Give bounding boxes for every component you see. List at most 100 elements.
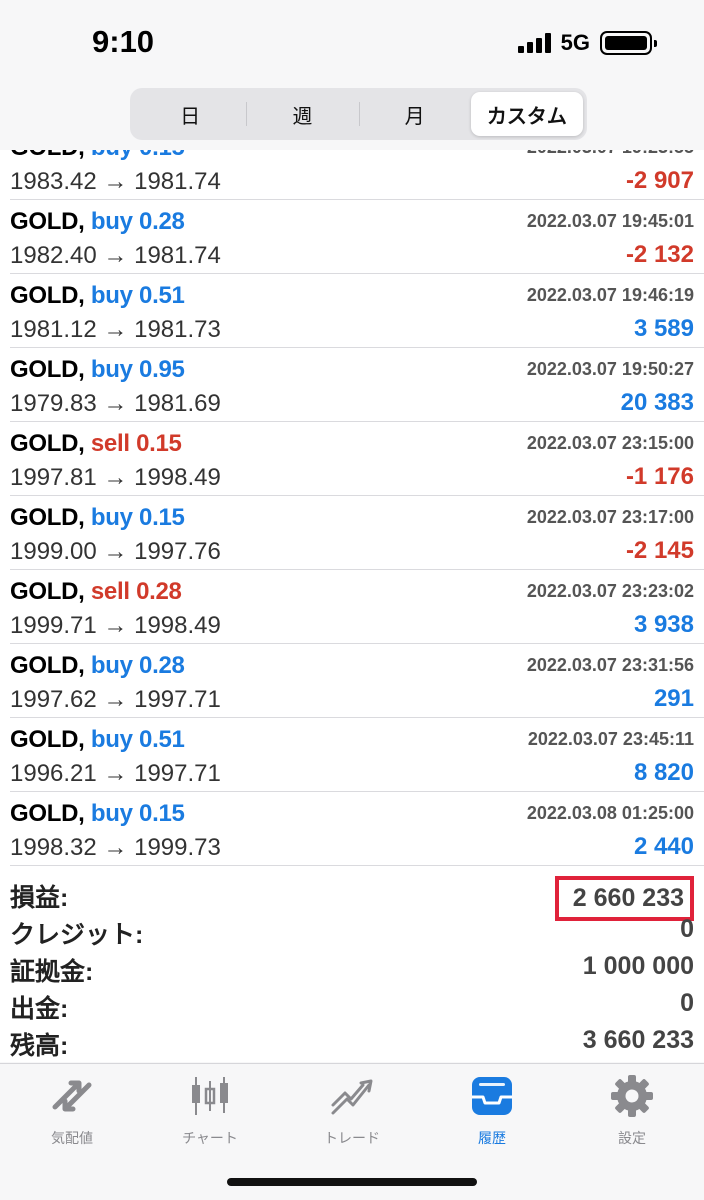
trade-symbol: GOLD, buy 0.51: [10, 282, 185, 310]
trade-direction: buy: [90, 652, 133, 679]
summary-value: 0: [680, 915, 694, 943]
close-price: 1997.71: [134, 686, 221, 713]
arrow-right-icon: →: [96, 834, 135, 861]
trade-date: 2022.03.07 23:45:11: [527, 729, 694, 749]
symbol-name: GOLD,: [10, 208, 85, 235]
trade-profit: 20 383: [620, 389, 694, 416]
segment-week[interactable]: 週: [246, 92, 358, 136]
trade-direction: buy: [90, 800, 133, 827]
status-bar: 9:10 5G: [0, 0, 704, 84]
tab-label: 気配値: [51, 1130, 93, 1146]
symbol-name: GOLD,: [10, 726, 85, 753]
trade-symbol: GOLD, sell 0.15: [10, 430, 182, 458]
trade-symbol: GOLD, buy 0.15: [10, 504, 185, 532]
signal-icon: [517, 33, 551, 53]
arrow-right-icon: →: [96, 316, 135, 343]
trade-row[interactable]: GOLD, sell 0.15 2022.03.07 23:15:00 1997.8…: [10, 422, 704, 496]
summary-label: 残高:: [10, 1032, 69, 1060]
tab-trade[interactable]: トレード: [292, 1072, 412, 1148]
summary-value: 0: [680, 989, 694, 1017]
status-time: 9:10: [92, 24, 155, 59]
trade-profit: -2 132: [625, 241, 694, 268]
trade-direction: buy: [90, 504, 133, 531]
symbol-name: GOLD,: [10, 800, 85, 827]
trade-prices: 1979.83 → 1981.69: [10, 390, 221, 418]
open-price: 1997.81: [10, 464, 97, 491]
arrow-right-icon: →: [96, 612, 135, 639]
trade-date: 2022.03.07 23:15:00: [526, 433, 694, 453]
close-price: 1998.49: [134, 464, 221, 491]
segment-custom[interactable]: カスタム: [470, 92, 583, 136]
trade-row[interactable]: GOLD, buy 0.51 2022.03.07 23:45:11 1996.21…: [10, 718, 704, 792]
trade-row[interactable]: GOLD, buy 0.15 2022.03.07 23:17:00 1999.00…: [10, 496, 704, 570]
trade-row[interactable]: GOLD, buy 0.15 2022.03.08 01:25:00 1998.32…: [10, 792, 704, 866]
arrow-right-icon: →: [96, 390, 135, 417]
open-price: 1999.71: [10, 612, 97, 639]
trade-direction: buy: [90, 282, 133, 309]
trade-direction: buy: [90, 726, 133, 753]
tab-label: トレード: [324, 1130, 380, 1146]
tab-settings[interactable]: 設定: [572, 1072, 692, 1148]
trade-direction: sell: [90, 430, 130, 457]
trade-lots: 0.28: [136, 578, 182, 605]
trade-prices: 1981.12 → 1981.73: [10, 316, 221, 344]
trade-lots: 0.51: [139, 726, 185, 753]
trade-date: 2022.03.07 19:23:55: [527, 150, 694, 158]
trade-icon: [292, 1072, 412, 1120]
status-indicators: 5G: [517, 30, 657, 56]
trade-symbol: GOLD, sell 0.28: [10, 578, 182, 606]
trade-date: 2022.03.08 01:25:00: [526, 803, 694, 823]
open-price: 1998.32: [10, 834, 97, 861]
tab-chart[interactable]: チャート: [150, 1072, 270, 1148]
battery-icon: [600, 31, 657, 55]
segment-month[interactable]: 月: [358, 92, 471, 136]
symbol-name: GOLD,: [10, 430, 85, 457]
tab-label: 設定: [618, 1130, 646, 1146]
trade-symbol: GOLD, buy 0.28: [10, 652, 185, 680]
summary-label: クレジット:: [10, 921, 144, 949]
trade-lots: 0.95: [139, 356, 185, 383]
trade-lots: 0.15: [139, 800, 185, 827]
summary-label: 出金:: [10, 995, 69, 1023]
trade-row[interactable]: GOLD, buy 0.51 2022.03.07 19:46:19 1981.12…: [10, 274, 704, 348]
tab-history[interactable]: 履歴: [432, 1072, 552, 1148]
symbol-name: GOLD,: [10, 504, 85, 531]
trade-lots: 0.15: [139, 150, 185, 161]
trade-profit: -2 145: [625, 537, 694, 564]
trade-row[interactable]: GOLD, buy 0.28 2022.03.07 19:45:01 1982.40…: [10, 200, 704, 274]
trade-symbol: GOLD, buy 0.15: [10, 150, 185, 162]
trade-lots: 0.51: [139, 282, 185, 309]
summary-label: 損益:: [10, 884, 69, 912]
summary-row: 損益: 2 660 233: [10, 876, 704, 921]
account-summary: 損益: 2 660 233 クレジット: 0 証拠金: 1 000 000 出金: 0 残高: 3…: [0, 866, 704, 1062]
symbol-name: GOLD,: [10, 578, 85, 605]
tab-quotes[interactable]: 気配値: [12, 1072, 132, 1148]
symbol-name: GOLD,: [10, 356, 85, 383]
trade-row[interactable]: GOLD, buy 0.95 2022.03.07 19:50:27 1979.83…: [10, 348, 704, 422]
open-price: 1999.00: [10, 538, 97, 565]
trade-prices: 1997.81 → 1998.49: [10, 464, 221, 492]
trade-row[interactable]: GOLD, sell 0.28 2022.03.07 23:23:02 1999.7…: [10, 570, 704, 644]
symbol-name: GOLD,: [10, 282, 85, 309]
trade-profit: 8 820: [633, 759, 694, 786]
trade-lots: 0.28: [139, 208, 185, 235]
trade-history-list[interactable]: GOLD, buy 0.15 2022.03.07 19:23:55 1983.42…: [0, 150, 704, 866]
close-price: 1997.71: [134, 760, 221, 787]
close-price: 1998.49: [134, 612, 221, 639]
arrow-right-icon: →: [96, 464, 135, 491]
trade-prices: 1997.62 → 1997.71: [10, 686, 221, 714]
summary-label: 証拠金:: [10, 958, 94, 986]
trade-direction: buy: [91, 150, 133, 161]
close-price: 1981.74: [134, 168, 221, 195]
trade-symbol: GOLD, buy 0.28: [10, 208, 185, 236]
open-price: 1983.42: [10, 168, 97, 195]
trade-row[interactable]: GOLD, buy 0.15 2022.03.07 19:23:55 1983.42…: [10, 150, 704, 200]
trade-profit: 291: [653, 685, 694, 712]
open-price: 1981.12: [10, 316, 97, 343]
summary-row: 証拠金: 1 000 000: [10, 950, 704, 987]
trade-date: 2022.03.07 23:23:02: [526, 581, 694, 601]
arrow-right-icon: →: [96, 242, 135, 269]
trade-date: 2022.03.07 23:31:56: [526, 655, 694, 675]
trade-row[interactable]: GOLD, buy 0.28 2022.03.07 23:31:56 1997.62…: [10, 644, 704, 718]
segment-day[interactable]: 日: [134, 92, 246, 136]
